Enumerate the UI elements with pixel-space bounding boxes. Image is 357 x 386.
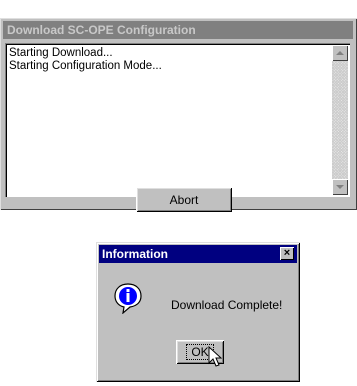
download-window: Download SC-OPE Configuration Starting D… xyxy=(0,18,357,212)
close-button[interactable]: × xyxy=(280,247,294,260)
mouse-pointer-icon xyxy=(208,346,222,367)
vertical-scrollbar[interactable] xyxy=(332,45,348,195)
log-textarea[interactable]: Starting Download... Starting Configurat… xyxy=(5,43,350,197)
information-dialog: Information × Download Complete! OK xyxy=(96,242,300,382)
dialog-title-text: Information xyxy=(102,247,168,261)
scroll-up-button[interactable] xyxy=(332,45,348,61)
window-title: Download SC-OPE Configuration xyxy=(3,21,353,39)
log-line: Starting Configuration Mode... xyxy=(9,60,162,72)
abort-button[interactable]: Abort xyxy=(136,187,232,212)
scroll-down-button[interactable] xyxy=(332,179,348,195)
log-line: Starting Download... xyxy=(9,47,113,59)
arrow-down-icon xyxy=(336,185,344,189)
log-text: Starting Download... Starting Configurat… xyxy=(9,47,162,73)
dialog-title: Information × xyxy=(99,245,297,263)
info-icon xyxy=(114,283,142,314)
arrow-up-icon xyxy=(336,51,344,55)
dialog-message: Download Complete! xyxy=(171,298,283,312)
